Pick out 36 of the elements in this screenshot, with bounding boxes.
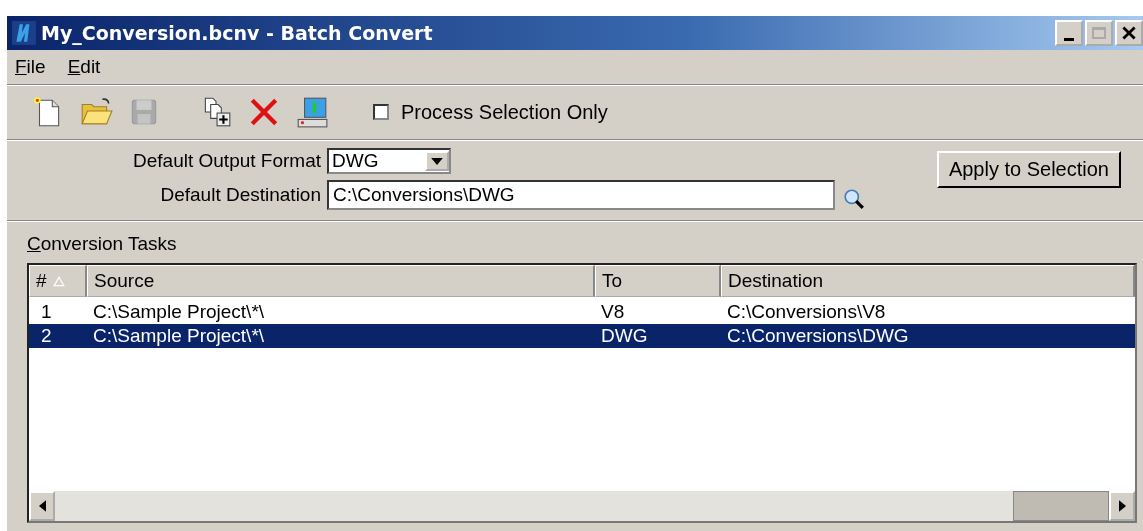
output-format-label: Default Output Format [132,150,322,172]
table-cell-text: DWG [600,325,649,347]
table-cell-text: C:\Sample Project\*\ [92,325,266,347]
caret-icon [431,157,443,165]
close-icon [1122,26,1136,40]
section-label: Conversion Tasks [27,233,178,255]
scroll-left-button[interactable] [29,491,55,521]
scroll-thumb[interactable] [1013,491,1109,521]
table-cell-text: C:\Sample Project\*\ [92,301,266,323]
table-cell-text: V8 [600,301,626,323]
table-cell-text: C:\Conversions\V8 [726,301,887,323]
minimize-button[interactable] [1055,20,1083,46]
menu-item[interactable]: Edit [67,56,101,78]
table-row[interactable]: 2 C:\Sample Project\*\ DWG C:\Conversions\DWG [29,324,1135,348]
right-arrow-icon [1118,500,1126,512]
menu-item[interactable]: File [15,56,46,78]
process-selection-checkbox[interactable]: Process Selection Only [373,100,608,124]
search-icon[interactable] [843,188,865,210]
close-button[interactable] [1115,20,1143,46]
left-arrow-icon [38,500,46,512]
window-title: My_Conversion.bcnv - Batch Convert [41,22,434,44]
table-cell-text: 2 [40,325,53,347]
computer-icon[interactable] [295,95,329,129]
destination-field[interactable]: C:\Conversions\DWG [327,180,835,210]
table-row[interactable]: 1 C:\Sample Project\*\ V8 C:\Conversions\V8 [29,300,1135,324]
scroll-right-button[interactable] [1109,491,1135,521]
column-header[interactable]: # [29,265,87,297]
destination-label: Default Destination [159,184,322,206]
table-cell-text: C:\Conversions\DWG [726,325,910,347]
output-format-dropdown[interactable]: DWG [327,148,451,174]
column-header[interactable]: To [595,265,721,297]
apply-to-selection-button[interactable]: Apply to Selection [936,150,1121,188]
app-icon [11,20,37,46]
column-header[interactable]: Source [87,265,595,297]
column-header[interactable]: Destination [721,265,1135,297]
table-cell-text: 1 [40,301,53,323]
